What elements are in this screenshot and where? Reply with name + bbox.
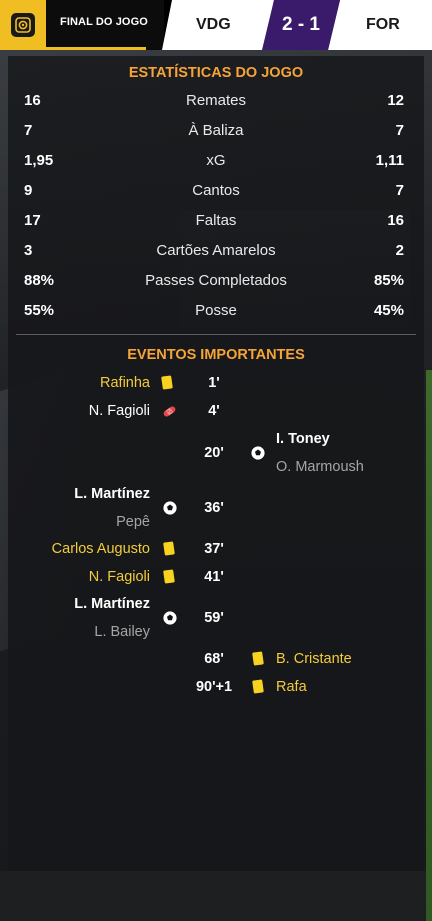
goal-ball-icon	[250, 445, 266, 461]
match-summary-panel: ESTATÍSTICAS DO JOGO 16 Remates 12 7 À B…	[8, 56, 424, 871]
event-scorer-home[interactable]: L. Martínez	[74, 486, 150, 502]
event-player-away[interactable]: B. Cristante	[276, 651, 352, 667]
event-assist-home[interactable]: Pepê	[116, 514, 150, 530]
stat-row: 1,95 xG 1,11	[8, 152, 424, 174]
match-header: FINAL DO JOGO VDG FOR 2 - 1	[0, 0, 432, 50]
yellow-card-shape	[163, 541, 175, 556]
home-team-name: VDG	[196, 16, 231, 33]
event-player-home[interactable]: Carlos Augusto	[52, 541, 150, 557]
stat-away-value: 85%	[373, 272, 404, 289]
injury-icon	[161, 403, 177, 419]
stat-name: Faltas	[195, 212, 237, 229]
stat-away-value: 12	[387, 92, 404, 109]
match-status: FINAL DO JOGO	[46, 0, 164, 50]
away-team-tab[interactable]: FOR	[328, 0, 432, 50]
event-minute: 37'	[204, 541, 224, 557]
stat-name: Cantos	[192, 182, 240, 199]
stat-row: 3 Cartões Amarelos 2	[8, 242, 424, 264]
competition-badge-icon	[11, 13, 35, 37]
yellow-card-icon	[252, 679, 269, 696]
event-minute: 20'	[204, 445, 224, 461]
stat-away-value: 45%	[373, 302, 404, 319]
event-player-home[interactable]: N. Fagioli	[89, 403, 150, 419]
event-scorer-away[interactable]: I. Toney	[276, 431, 330, 447]
yellow-card-shape	[252, 679, 264, 694]
event-player-home[interactable]: Rafinha	[100, 375, 150, 391]
stat-name: Posse	[195, 302, 237, 319]
match-status-label: FINAL DO JOGO	[60, 16, 148, 28]
event-player-home[interactable]: N. Fagioli	[89, 569, 150, 585]
event-minute: 1'	[208, 375, 220, 391]
stat-name: Cartões Amarelos	[156, 242, 276, 259]
yellow-card-icon	[252, 651, 269, 668]
away-team-name: FOR	[366, 16, 400, 33]
event-minute: 59'	[204, 610, 224, 626]
section-divider	[16, 334, 416, 335]
scoreboard: 2 - 1	[262, 0, 340, 50]
stat-row: 88% Passes Completados 85%	[8, 272, 424, 294]
stat-row: 16 Remates 12	[8, 92, 424, 114]
stat-row: 7 À Baliza 7	[8, 122, 424, 144]
yellow-card-shape	[161, 375, 173, 390]
stat-name: Passes Completados	[145, 272, 287, 289]
score-text: 2 - 1	[281, 14, 321, 35]
stat-name: Remates	[185, 92, 247, 109]
events-section-title: EVENTOS IMPORTANTES	[127, 347, 305, 363]
yellow-card-icon	[163, 569, 180, 586]
event-player-away[interactable]: Rafa	[276, 679, 307, 695]
stat-away-value: 2	[395, 242, 404, 259]
stat-row: 9 Cantos 7	[8, 182, 424, 204]
event-assist-home[interactable]: L. Bailey	[94, 624, 150, 640]
status-underline	[46, 47, 146, 50]
event-minute: 4'	[208, 403, 220, 419]
yellow-card-icon	[163, 541, 180, 558]
goal-ball-icon	[162, 610, 178, 626]
stat-row: 17 Faltas 16	[8, 212, 424, 234]
event-minute: 36'	[204, 500, 224, 516]
stat-row: 55% Posse 45%	[8, 302, 424, 324]
event-minute: 68'	[204, 651, 224, 667]
stat-away-value: 1,11	[375, 152, 404, 169]
yellow-card-shape	[252, 651, 264, 666]
event-minute: 90'+1	[195, 679, 233, 695]
event-assist-away[interactable]: O. Marmoush	[276, 459, 364, 475]
home-team-tab[interactable]: VDG	[162, 0, 274, 50]
competition-logo[interactable]	[0, 0, 46, 50]
yellow-card-shape	[163, 569, 175, 584]
stat-name: xG	[206, 152, 226, 169]
event-scorer-home[interactable]: L. Martínez	[74, 596, 150, 612]
pitch-edge-image	[426, 370, 432, 921]
goal-ball-icon	[162, 500, 178, 516]
stats-section-title: ESTATÍSTICAS DO JOGO	[128, 65, 304, 81]
event-minute: 41'	[204, 569, 224, 585]
stat-away-value: 7	[395, 122, 404, 139]
yellow-card-icon	[161, 375, 178, 392]
stat-name: À Baliza	[188, 122, 244, 139]
stat-away-value: 16	[387, 212, 404, 229]
stat-away-value: 7	[395, 182, 404, 199]
